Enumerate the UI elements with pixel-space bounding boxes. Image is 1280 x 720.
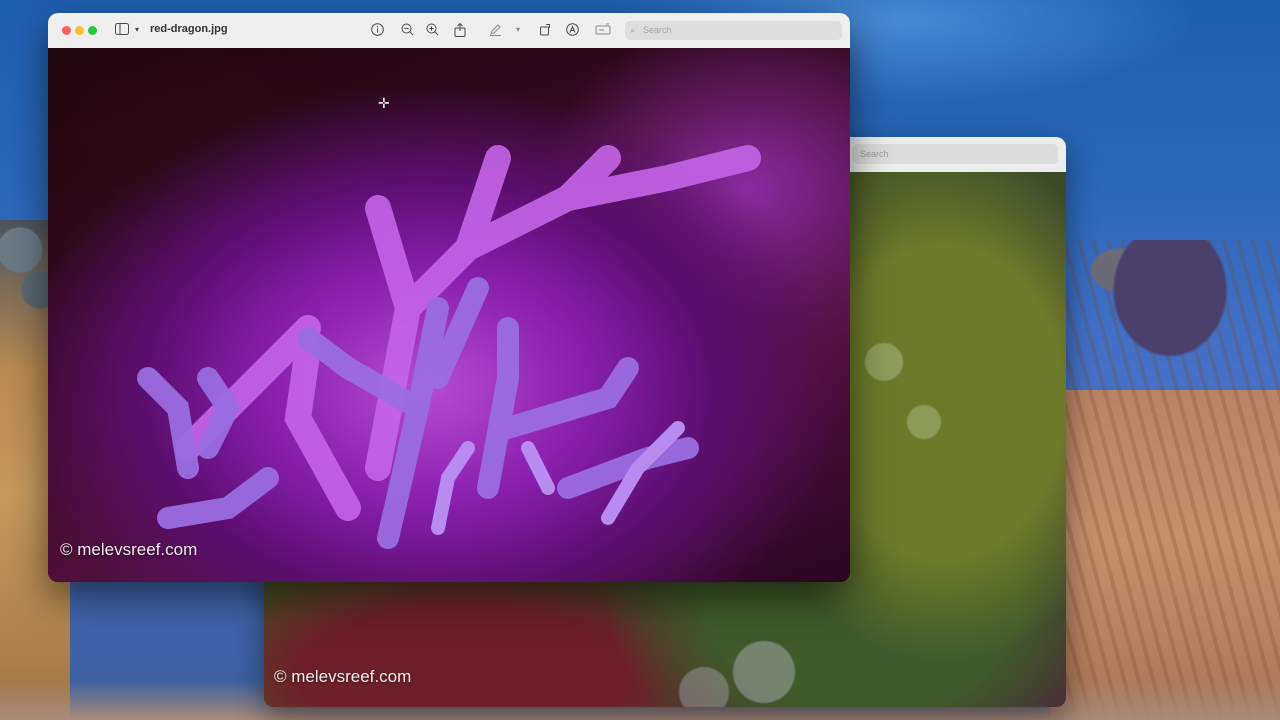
back-watermark: © melevsreef.com — [274, 667, 412, 686]
annotate-icon[interactable] — [565, 23, 579, 37]
zoom-out-icon[interactable] — [400, 23, 414, 37]
crop-icon[interactable] — [595, 23, 611, 37]
reef-right-decoration — [1050, 240, 1280, 720]
chevron-down-icon[interactable]: ▾ — [511, 23, 525, 37]
purple-coral-image: ✛ © melevsreef.com — [48, 48, 850, 582]
search-placeholder: Search — [643, 25, 672, 35]
document-title: red-dragon.jpg — [150, 23, 228, 35]
zoom-button[interactable] — [88, 26, 97, 35]
crosshair-cursor: ✛ — [378, 95, 390, 111]
preview-window-front[interactable]: ▾ red-dragon.jpg ▾ ⌕ Search ✛ © melevsre… — [48, 13, 850, 582]
sidebar-icon[interactable] — [115, 23, 129, 37]
zoom-in-icon[interactable] — [425, 23, 439, 37]
rotate-icon[interactable] — [538, 23, 552, 37]
front-window-titlebar[interactable]: ▾ red-dragon.jpg ▾ ⌕ Search — [48, 13, 850, 49]
markup-pen-icon[interactable] — [488, 23, 502, 37]
back-search-field[interactable]: Search — [852, 144, 1058, 164]
chevron-down-icon[interactable]: ▾ — [130, 23, 144, 37]
info-icon[interactable] — [370, 23, 384, 37]
search-field[interactable]: ⌕ Search — [625, 21, 842, 40]
search-icon: ⌕ — [630, 25, 636, 35]
minimize-button[interactable] — [75, 26, 84, 35]
front-watermark: © melevsreef.com — [60, 540, 198, 559]
share-icon[interactable] — [453, 22, 467, 37]
close-button[interactable] — [62, 26, 71, 35]
coral-branches — [137, 145, 761, 549]
